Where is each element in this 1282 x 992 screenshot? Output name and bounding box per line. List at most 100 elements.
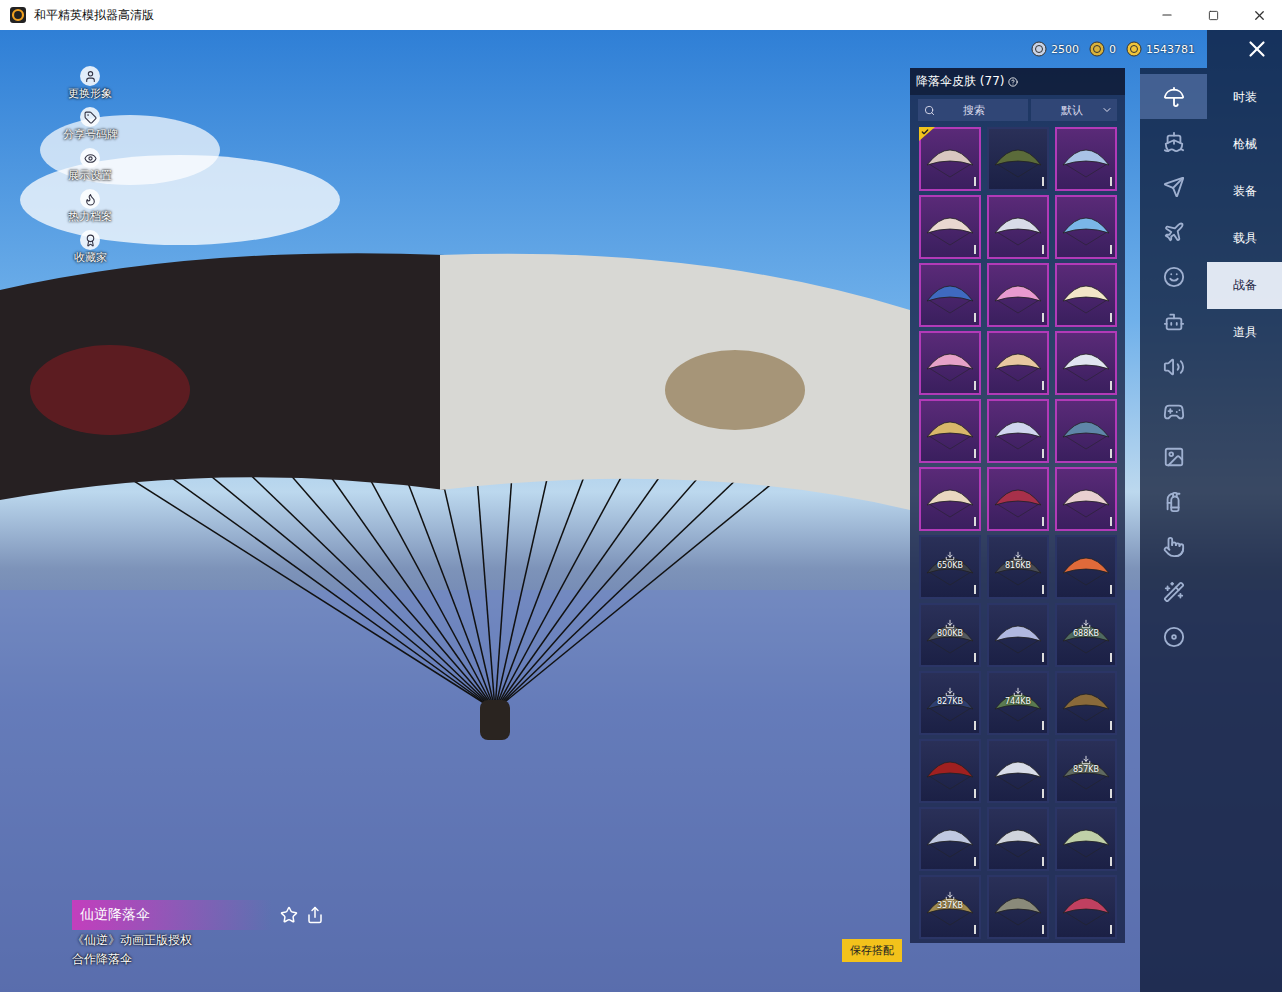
sort-dropdown[interactable]: 默认 [1031,99,1117,121]
category-item[interactable] [1140,434,1207,479]
skin-item[interactable] [1055,671,1117,735]
search-field[interactable]: 搜索 [918,99,1028,121]
category-item[interactable] [1140,254,1207,299]
minimize-button[interactable] [1144,0,1190,30]
skin-item[interactable] [987,195,1049,259]
category-item[interactable] [1140,524,1207,569]
category-item[interactable] [1140,389,1207,434]
skin-item[interactable] [987,807,1049,871]
skin-item[interactable] [987,399,1049,463]
skin-item[interactable] [1055,875,1117,939]
skin-item[interactable] [987,739,1049,803]
skin-item[interactable]: 650KB [919,535,981,599]
item-mark [974,789,976,798]
maximize-icon [1208,10,1219,21]
skin-item[interactable] [919,127,981,191]
minimize-icon [1160,8,1174,22]
tab[interactable]: 枪械 [1207,121,1282,168]
skin-item[interactable] [919,467,981,531]
skin-item[interactable] [987,127,1049,191]
side-menu-item[interactable]: 收藏家 [45,230,135,265]
app-window: 和平精英模拟器高清版更换形象分享号码牌展示设置热力档案收藏家仙逆降落伞《仙逆》动… [0,0,1282,992]
category-item[interactable] [1140,209,1207,254]
skin-item[interactable] [919,195,981,259]
help-icon[interactable] [1008,77,1018,87]
tab[interactable]: 道具 [1207,309,1282,356]
skin-item[interactable]: 688KB [1055,603,1117,667]
item-mark [1110,449,1112,458]
maximize-button[interactable] [1190,0,1236,30]
download-size: 650KB [921,551,979,570]
item-mark [974,721,976,730]
download-size: 857KB [1057,755,1115,774]
skin-item[interactable] [987,331,1049,395]
skin-item[interactable] [1055,195,1117,259]
download-size: 744KB [989,687,1047,706]
favorite-icon[interactable] [280,906,298,924]
skin-item[interactable] [919,739,981,803]
currency: 1543781 [1126,41,1195,57]
tab[interactable]: 战备 [1207,262,1282,309]
item-mark [1110,857,1112,866]
skin-item[interactable] [919,807,981,871]
skin-item[interactable]: 827KB [919,671,981,735]
skin-item[interactable] [1055,263,1117,327]
skin-item[interactable] [987,603,1049,667]
skin-item[interactable]: 800KB [919,603,981,667]
skin-item[interactable] [987,875,1049,939]
skin-item[interactable]: 337KB [919,875,981,939]
skin-item[interactable] [1055,467,1117,531]
category-item[interactable] [1140,344,1207,389]
skin-item[interactable] [987,467,1049,531]
side-menu-item[interactable]: 热力档案 [45,189,135,224]
parachute-icon [925,751,975,791]
item-mark [1042,925,1044,934]
side-menu-item[interactable]: 分享号码牌 [45,107,135,142]
skin-item[interactable] [1055,127,1117,191]
skin-item[interactable]: 816KB [987,535,1049,599]
parachute-icon [925,411,975,451]
skin-item[interactable] [1055,807,1117,871]
download-size: 688KB [1057,619,1115,638]
share-icon[interactable] [306,906,324,924]
parachute-icon [925,275,975,315]
category-item[interactable] [1140,479,1207,524]
skin-item[interactable] [919,263,981,327]
skin-item[interactable] [919,331,981,395]
exit-button[interactable] [1207,30,1282,68]
tab[interactable]: 装备 [1207,168,1282,215]
side-menu-item[interactable]: 展示设置 [45,148,135,183]
parachute-icon [993,275,1043,315]
skin-item[interactable] [1055,331,1117,395]
parachute-icon [993,751,1043,791]
close-button[interactable] [1236,0,1282,30]
skin-item[interactable]: 857KB [1055,739,1117,803]
skin-item[interactable] [1055,399,1117,463]
skin-item[interactable] [1055,535,1117,599]
category-rail [1140,68,1207,992]
item-mark [974,313,976,322]
category-item[interactable] [1140,299,1207,344]
category-icon [1163,131,1185,153]
item-mark [1110,381,1112,390]
side-menu-item[interactable]: 更换形象 [45,66,135,101]
chevron-down-icon [1101,104,1113,116]
category-item[interactable] [1140,119,1207,164]
download-size: 800KB [921,619,979,638]
skin-item[interactable]: 744KB [987,671,1049,735]
item-mark [974,449,976,458]
item-mark [1042,381,1044,390]
save-button[interactable]: 保存搭配 [842,939,902,962]
category-item[interactable] [1140,614,1207,659]
category-item[interactable] [1140,164,1207,209]
category-icon [1163,446,1185,468]
search-icon [924,105,935,116]
category-item[interactable] [1140,569,1207,614]
item-mark [1042,789,1044,798]
tab[interactable]: 载具 [1207,215,1282,262]
skin-item[interactable] [919,399,981,463]
skin-item[interactable] [987,263,1049,327]
tab[interactable]: 时装 [1207,74,1282,121]
category-item[interactable] [1140,74,1207,119]
parachute-icon [993,819,1043,859]
